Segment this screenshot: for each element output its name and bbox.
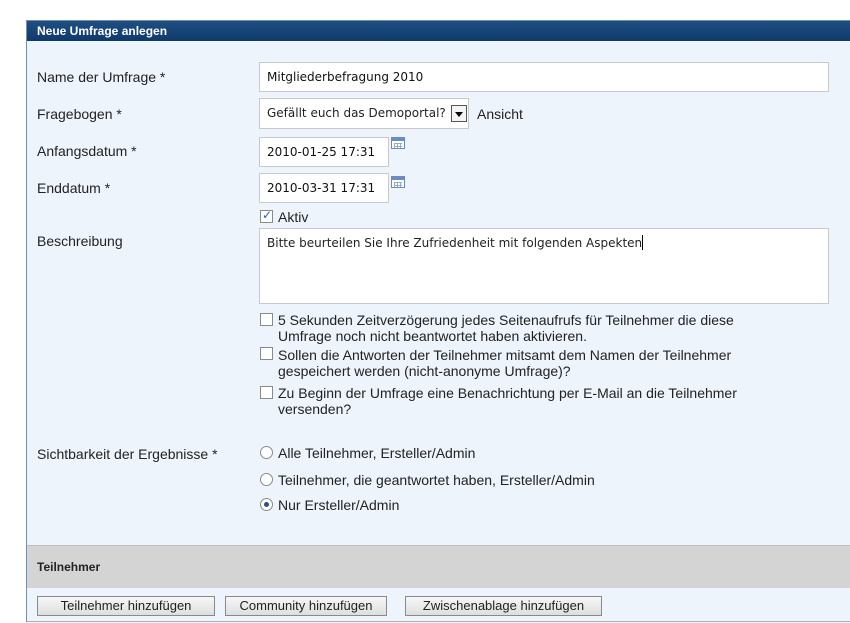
delay-option-label: 5 Sekunden Zeitverzögerung jedes Seitena… [278, 312, 734, 344]
questionnaire-select[interactable]: Gefällt euch das Demoportal? [259, 98, 469, 129]
survey-name-label: Name der Umfrage * [37, 69, 166, 85]
start-date-label: Anfangsdatum * [37, 143, 137, 159]
visibility-option-all: Alle Teilnehmer, Ersteller/Admin [278, 445, 476, 461]
start-date-input[interactable]: 2010-01-25 17:31 [259, 137, 389, 167]
calendar-icon[interactable] [391, 176, 405, 188]
create-survey-panel: Neue Umfrage anlegen Name der Umfrage * … [26, 20, 850, 623]
email-notification-option-label: Zu Beginn der Umfrage eine Benachrichtun… [278, 385, 737, 417]
active-label: Aktiv [278, 209, 309, 225]
visibility-radio-answered[interactable] [260, 473, 273, 486]
visibility-option-answered: Teilnehmer, die geantwortet haben, Erste… [278, 472, 595, 488]
participants-title: Teilnehmer [37, 560, 101, 574]
calendar-icon[interactable] [391, 137, 405, 149]
non-anonymous-checkbox[interactable] [260, 347, 273, 360]
participants-section-header: Teilnehmer [27, 545, 850, 588]
description-textarea[interactable]: Bitte beurteilen Sie Ihre Zufriedenheit … [259, 228, 829, 304]
visibility-label: Sichtbarkeit der Ergebnisse * [37, 446, 218, 462]
questionnaire-label: Fragebogen * [37, 106, 122, 122]
end-date-label: Enddatum * [37, 180, 111, 196]
end-date-input[interactable]: 2010-03-31 17:31 [259, 173, 389, 203]
add-participants-button[interactable]: Teilnehmer hinzufügen [37, 596, 215, 616]
delay-checkbox[interactable] [260, 313, 273, 326]
add-community-button[interactable]: Community hinzufügen [225, 596, 387, 616]
non-anonymous-option-label: Sollen die Antworten der Teilnehmer mits… [278, 347, 732, 379]
description-label: Beschreibung [37, 233, 123, 249]
add-clipboard-button[interactable]: Zwischenablage hinzufügen [405, 596, 602, 616]
visibility-option-admin: Nur Ersteller/Admin [278, 497, 400, 513]
active-checkbox[interactable] [260, 208, 273, 223]
visibility-radio-admin[interactable] [260, 498, 273, 511]
description-text: Bitte beurteilen Sie Ihre Zufriedenheit … [267, 236, 643, 250]
email-notification-checkbox[interactable] [260, 386, 273, 399]
view-link[interactable]: Ansicht [477, 106, 523, 122]
visibility-radio-all[interactable] [260, 446, 273, 459]
panel-header: Neue Umfrage anlegen [27, 21, 850, 41]
text-cursor [642, 235, 644, 250]
participants-toolbar: Teilnehmer hinzufügen Community hinzufüg… [27, 588, 850, 623]
questionnaire-value: Gefällt euch das Demoportal? [267, 106, 446, 120]
survey-name-input[interactable]: Mitgliederbefragung 2010 [259, 62, 829, 92]
chevron-down-icon[interactable] [451, 105, 467, 122]
